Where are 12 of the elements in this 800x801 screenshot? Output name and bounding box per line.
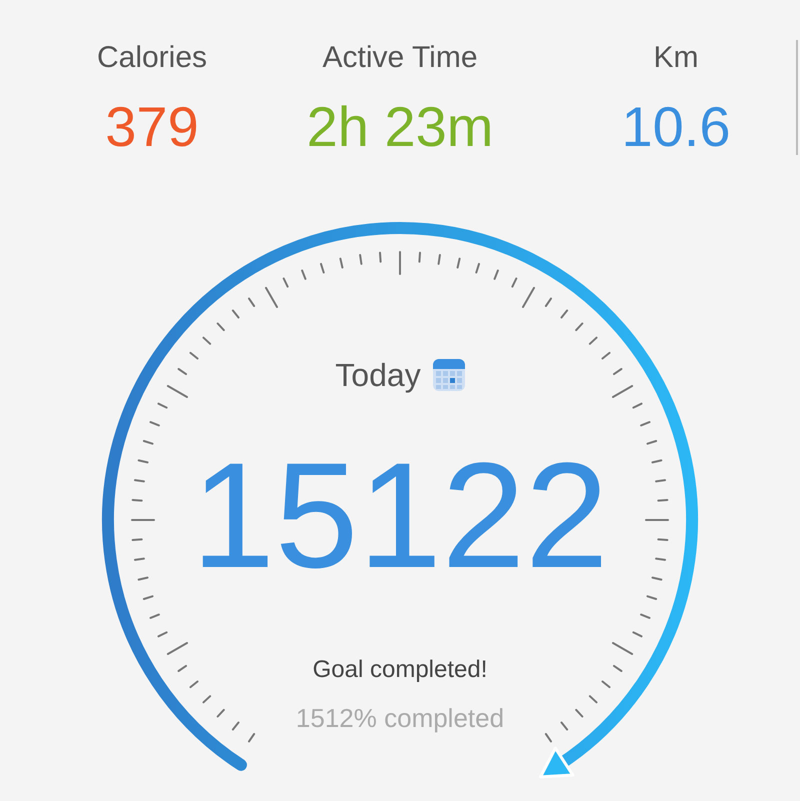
stat-value: 10.6	[622, 97, 730, 157]
stat-value: 2h 23m	[306, 97, 494, 157]
stat-label: Km	[654, 40, 698, 76]
arrowhead	[539, 746, 574, 778]
period-label: Today	[335, 356, 421, 395]
goal-status: Goal completed!	[312, 655, 488, 685]
stat-label: Active Time	[322, 40, 478, 76]
calendar-icon[interactable]	[432, 359, 465, 391]
step-count: 15122	[191, 440, 609, 590]
percent-completed: 1512% completed	[296, 702, 504, 734]
stat-value: 379	[105, 97, 199, 157]
stat-label: Calories	[96, 40, 208, 76]
